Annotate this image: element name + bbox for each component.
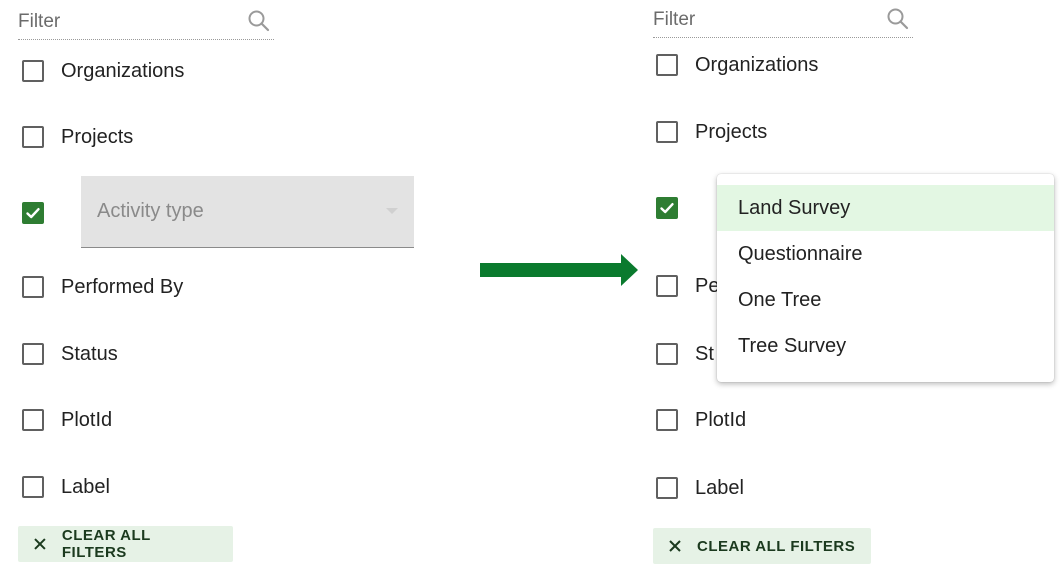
filter-option-activity-type[interactable] xyxy=(656,193,678,223)
filter-option-organizations[interactable]: Organizations xyxy=(656,50,818,80)
filter-option-label: PlotId xyxy=(61,408,113,431)
filter-option-label: Label xyxy=(695,476,744,499)
filter-option-status[interactable]: St xyxy=(656,339,714,369)
close-icon xyxy=(669,540,681,552)
filter-option-status[interactable]: Status xyxy=(22,339,118,369)
filter-option-activity-type[interactable] xyxy=(22,198,44,228)
filter-option-label: Organizations xyxy=(61,59,185,82)
filter-option-label: Label xyxy=(61,475,110,498)
filter-option-label: Projects xyxy=(61,125,134,148)
filter-input[interactable] xyxy=(653,6,873,34)
activity-type-select[interactable]: Activity type xyxy=(81,176,414,248)
checkbox[interactable] xyxy=(22,60,44,82)
filter-option-projects[interactable]: Projects xyxy=(22,122,133,152)
filter-option-label: St xyxy=(695,342,714,365)
dropdown-option-land-survey[interactable]: Land Survey xyxy=(717,185,1054,231)
clear-all-filters-label: CLEAR ALL FILTERS xyxy=(697,537,856,555)
filter-option-label: Organizations xyxy=(695,53,819,76)
filter-option-plotid[interactable]: PlotId xyxy=(22,405,112,435)
check-icon xyxy=(26,208,40,219)
arrow-right-icon xyxy=(480,254,638,286)
filter-option-performed-by[interactable]: Pe xyxy=(656,271,719,301)
filter-option-organizations[interactable]: Organizations xyxy=(22,56,184,86)
activity-type-dropdown-menu: Land Survey Questionnaire One Tree Tree … xyxy=(717,174,1054,382)
checkbox[interactable] xyxy=(656,409,678,431)
checkbox[interactable] xyxy=(22,126,44,148)
filter-option-label-field[interactable]: Label xyxy=(656,473,744,503)
filter-option-plotid[interactable]: PlotId xyxy=(656,405,746,435)
filter-search-box xyxy=(18,6,274,40)
filter-option-label: PlotId xyxy=(695,408,747,431)
dropdown-option-tree-survey[interactable]: Tree Survey xyxy=(717,323,1054,369)
clear-all-filters-label: CLEAR ALL FILTERS xyxy=(61,527,151,561)
filter-option-label: Projects xyxy=(695,120,768,143)
check-icon xyxy=(660,203,674,214)
checkbox[interactable] xyxy=(656,54,678,76)
filter-option-label: Pe xyxy=(695,274,720,297)
filter-search-box xyxy=(653,4,913,38)
filter-option-label: Status xyxy=(61,342,118,365)
search-icon[interactable] xyxy=(885,6,911,32)
checkbox[interactable] xyxy=(22,476,44,498)
dropdown-option-questionnaire[interactable]: Questionnaire xyxy=(717,231,1054,277)
filter-input[interactable] xyxy=(18,8,238,36)
filter-option-performed-by[interactable]: Performed By xyxy=(22,272,183,302)
search-icon[interactable] xyxy=(246,8,272,34)
checkbox[interactable] xyxy=(656,477,678,499)
checkbox[interactable] xyxy=(22,276,44,298)
caret-down-icon xyxy=(386,208,398,214)
checkbox[interactable] xyxy=(656,121,678,143)
filter-option-label: Performed By xyxy=(61,275,184,298)
checkbox[interactable] xyxy=(656,275,678,297)
select-placeholder: Activity type xyxy=(97,200,204,222)
clear-all-filters-button[interactable]: CLEAR ALL FILTERS xyxy=(18,526,233,562)
checkbox-checked[interactable] xyxy=(22,202,44,224)
checkbox[interactable] xyxy=(656,343,678,365)
dropdown-option-one-tree[interactable]: One Tree xyxy=(717,277,1054,323)
clear-all-filters-button[interactable]: CLEAR ALL FILTERS xyxy=(653,528,871,564)
checkbox-checked[interactable] xyxy=(656,197,678,219)
close-icon xyxy=(34,538,46,550)
filter-panel-before: Organizations Projects Activity type Per… xyxy=(0,0,420,562)
checkbox[interactable] xyxy=(22,409,44,431)
filter-option-projects[interactable]: Projects xyxy=(656,117,767,147)
filter-option-label-field[interactable]: Label xyxy=(22,472,110,502)
checkbox[interactable] xyxy=(22,343,44,365)
